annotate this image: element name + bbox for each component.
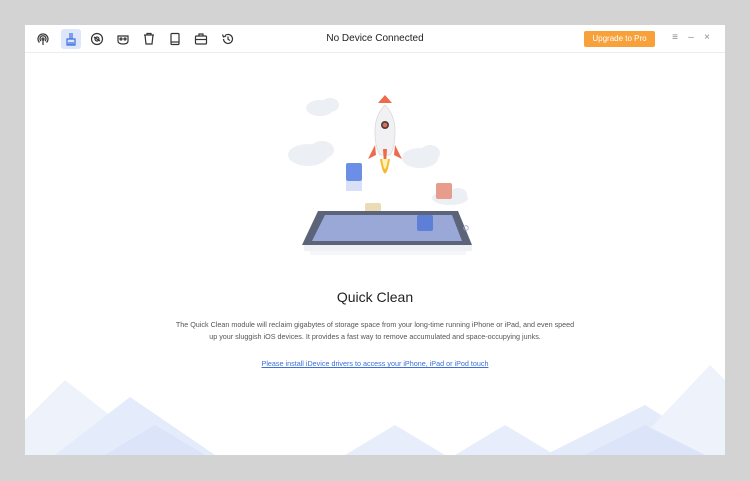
module-description: The Quick Clean module will reclaim giga… bbox=[135, 319, 615, 343]
book-icon[interactable] bbox=[165, 29, 185, 49]
mask-icon[interactable] bbox=[113, 29, 133, 49]
description-line-2: up your sluggish iOS devices. It provide… bbox=[209, 332, 541, 341]
broom-icon[interactable] bbox=[61, 29, 81, 49]
description-line-1: The Quick Clean module will reclaim giga… bbox=[175, 320, 575, 329]
history-icon[interactable] bbox=[218, 29, 238, 49]
background-mountains bbox=[25, 365, 725, 455]
app-window: No Device Connected Upgrade to Pro ≡ – × bbox=[25, 25, 725, 455]
privacy-icon[interactable] bbox=[87, 29, 107, 49]
minimize-icon[interactable]: – bbox=[685, 30, 697, 46]
briefcase-icon[interactable] bbox=[191, 29, 211, 49]
quick-clean-illustration bbox=[288, 95, 472, 255]
rocket-icon bbox=[368, 95, 402, 174]
install-drivers-link[interactable]: Please install iDevice drivers to access… bbox=[25, 359, 725, 368]
page-heading: Quick Clean bbox=[336, 289, 414, 305]
menu-icon[interactable]: ≡ bbox=[669, 30, 681, 46]
title-bar: No Device Connected Upgrade to Pro ≡ – × bbox=[25, 25, 725, 53]
trash-icon[interactable] bbox=[139, 29, 159, 49]
window-title: No Device Connected bbox=[326, 33, 424, 44]
airdrop-icon[interactable] bbox=[33, 29, 53, 49]
close-icon[interactable]: × bbox=[701, 30, 713, 46]
upgrade-button[interactable]: Upgrade to Pro bbox=[584, 31, 655, 47]
